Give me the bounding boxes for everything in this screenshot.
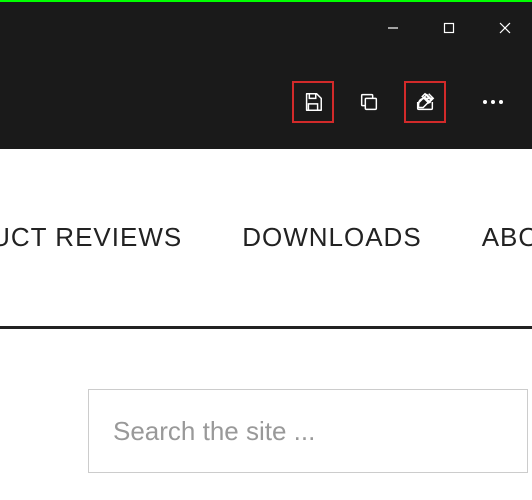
search-area [0,329,532,473]
nav-item-about[interactable]: ABOUT [482,222,532,253]
window-titlebar [0,2,532,54]
more-icon [482,99,504,105]
maximize-button[interactable] [430,13,468,43]
nav-item-downloads[interactable]: DOWNLOADS [242,222,421,253]
share-button[interactable] [404,81,446,123]
share-icon [414,91,436,113]
save-button[interactable] [292,81,334,123]
save-icon [302,91,324,113]
copy-icon [358,91,380,113]
search-input[interactable] [88,389,528,473]
close-icon [499,22,511,34]
maximize-icon [443,22,455,34]
copy-button[interactable] [348,81,390,123]
nav-item-reviews[interactable]: PRODUCT REVIEWS [0,222,182,253]
close-button[interactable] [486,13,524,43]
app-toolbar [0,54,532,149]
minimize-button[interactable] [374,13,412,43]
minimize-icon [387,22,399,34]
main-nav: PRODUCT REVIEWS DOWNLOADS ABOUT [0,149,532,329]
more-button[interactable] [472,81,514,123]
